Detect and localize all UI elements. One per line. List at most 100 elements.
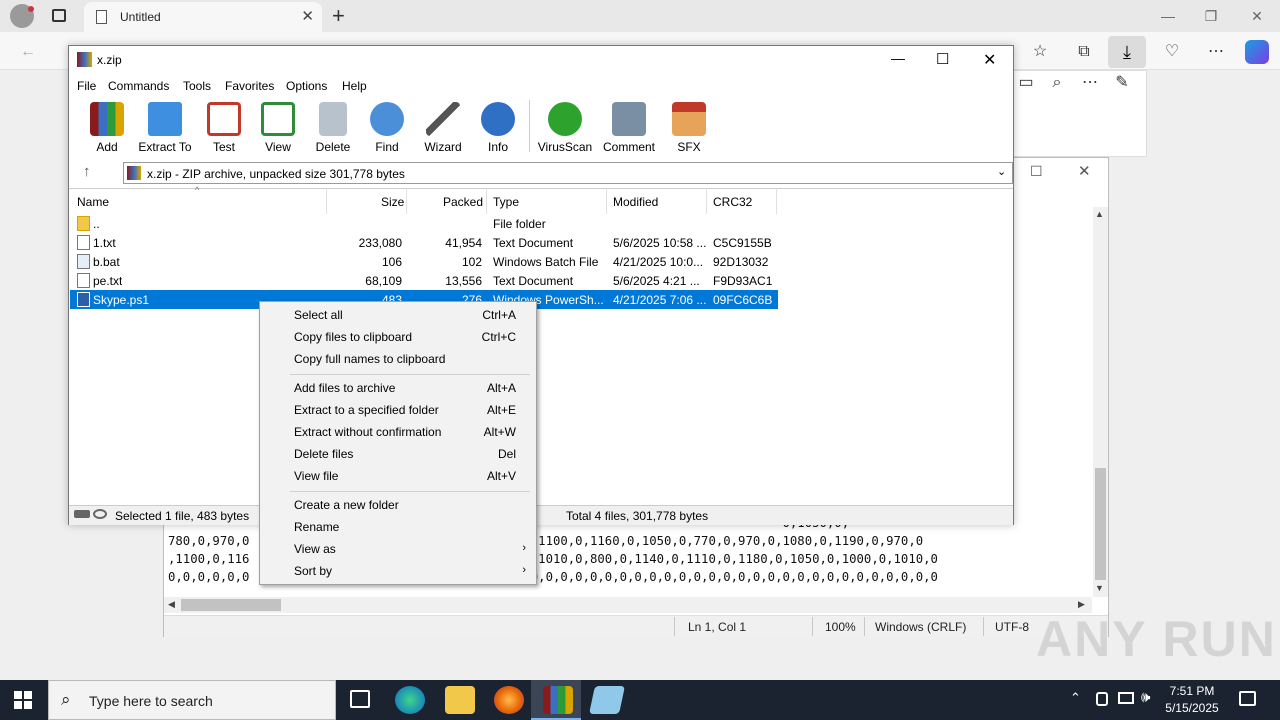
column-divider[interactable] <box>776 188 777 214</box>
edge-taskbar-icon[interactable] <box>395 686 425 714</box>
info-button[interactable]: Info <box>469 100 527 156</box>
column-size[interactable]: Size <box>381 195 404 209</box>
file-packed: 41,954 <box>445 236 482 250</box>
table-row[interactable]: pe.txt 68,109 13,556 Text Document 5/6/2… <box>70 271 778 290</box>
notepad-taskbar-icon[interactable] <box>589 686 625 714</box>
close-window-icon[interactable]: ✕ <box>1234 0 1280 32</box>
column-packed[interactable]: Packed <box>443 195 483 209</box>
menu-add-files[interactable]: Add files to archive Alt+A <box>294 381 530 403</box>
table-row[interactable]: b.bat 106 102 Windows Batch File 4/21/20… <box>70 252 778 271</box>
copilot-icon[interactable] <box>1245 40 1269 64</box>
menu-label: Copy files to clipboard <box>294 330 413 344</box>
menu-shortcut: Del <box>497 447 516 461</box>
notepad-maximize-icon[interactable]: ☐ <box>1030 163 1043 180</box>
firefox-icon[interactable] <box>494 686 524 714</box>
menu-file[interactable]: File <box>77 79 96 93</box>
horizontal-scrollbar[interactable] <box>164 597 1092 613</box>
find-label: Find <box>375 140 399 154</box>
table-row[interactable]: .. File folder <box>70 214 778 233</box>
panel-more-icon[interactable]: ⋯ <box>1076 71 1104 95</box>
file-packed: 13,556 <box>445 274 482 288</box>
extract-to-button[interactable]: Extract To <box>136 100 194 156</box>
favorites-icon[interactable]: ☆ <box>1026 40 1054 64</box>
menu-sort-by[interactable]: Sort by › <box>294 564 530 586</box>
collections-icon[interactable]: ⧉ <box>1070 40 1098 64</box>
menu-tools[interactable]: Tools <box>183 79 211 93</box>
tray-security-icon[interactable] <box>1096 692 1108 706</box>
up-folder-icon[interactable]: ↑ <box>83 163 91 180</box>
scroll-right-icon[interactable]: ▶ <box>1078 599 1085 610</box>
virusscan-button[interactable]: VirusScan <box>536 100 594 156</box>
menu-extract-to[interactable]: Extract to a specified folder Alt+E <box>294 403 530 425</box>
column-crc[interactable]: CRC32 <box>713 195 752 209</box>
menu-commands[interactable]: Commands <box>108 79 169 93</box>
minimize-icon[interactable]: — <box>1145 0 1191 32</box>
search-icon[interactable]: ⌕ <box>1043 71 1071 95</box>
new-tab-button[interactable]: + <box>332 3 345 29</box>
tray-chevron-icon[interactable]: ⌃ <box>1070 690 1081 706</box>
comment-button[interactable]: Comment <box>600 100 658 156</box>
address-dropdown-icon[interactable]: ⌄ <box>997 165 1006 178</box>
task-view-icon[interactable] <box>350 690 370 708</box>
menu-select-all[interactable]: Select all Ctrl+A <box>294 308 530 330</box>
scroll-up-icon[interactable]: ▲ <box>1095 209 1104 219</box>
add-button[interactable]: Add <box>78 100 136 156</box>
start-button[interactable] <box>14 691 32 709</box>
menu-create-folder[interactable]: Create a new folder <box>294 498 530 520</box>
menu-delete-files[interactable]: Delete files Del <box>294 447 530 469</box>
vertical-scroll-thumb[interactable] <box>1095 468 1106 580</box>
menu-copy-names[interactable]: Copy full names to clipboard <box>294 352 530 374</box>
scroll-left-icon[interactable]: ◀ <box>168 599 175 610</box>
table-row[interactable]: 1.txt 233,080 41,954 Text Document 5/6/2… <box>70 233 778 252</box>
volume-icon[interactable]: 🕪 <box>1141 689 1150 706</box>
menu-extract-without-confirmation[interactable]: Extract without confirmation Alt+W <box>294 425 530 447</box>
browser-tab[interactable]: Untitled ✕ <box>84 2 322 32</box>
menu-rename[interactable]: Rename <box>294 520 530 542</box>
network-icon[interactable] <box>1118 692 1134 704</box>
back-icon[interactable]: ← <box>14 40 42 64</box>
menu-view-file[interactable]: View file Alt+V <box>294 469 530 491</box>
delete-button[interactable]: Delete <box>304 100 362 156</box>
menu-copy-files[interactable]: Copy files to clipboard Ctrl+C <box>294 330 530 352</box>
view-button[interactable]: View <box>249 100 307 156</box>
virusscan-label: VirusScan <box>537 140 593 154</box>
winrar-minimize-icon[interactable]: — <box>891 50 905 66</box>
winrar-close-icon[interactable]: ✕ <box>983 50 996 70</box>
scroll-down-icon[interactable]: ▼ <box>1095 583 1104 593</box>
winrar-maximize-icon[interactable]: ☐ <box>936 50 949 68</box>
wizard-button[interactable]: Wizard <box>414 100 472 156</box>
column-type[interactable]: Type <box>493 195 519 209</box>
downloads-button[interactable]: ⤓ <box>1108 36 1146 68</box>
column-divider[interactable] <box>326 188 327 214</box>
sfx-button[interactable]: SFX <box>660 100 718 156</box>
tab-actions-icon[interactable] <box>52 9 66 22</box>
tab-close-icon[interactable]: ✕ <box>301 7 314 25</box>
more-icon[interactable]: ⋯ <box>1202 40 1230 64</box>
file-crc: 09FC6C6B <box>713 293 773 307</box>
clock[interactable]: 7:51 PM 5/15/2025 <box>1160 683 1224 717</box>
file-size: 233,080 <box>358 236 402 250</box>
column-modified[interactable]: Modified <box>613 195 658 209</box>
file-explorer-icon[interactable] <box>445 686 475 714</box>
horizontal-scroll-thumb[interactable] <box>181 599 281 611</box>
column-divider[interactable] <box>486 188 487 214</box>
menu-help[interactable]: Help <box>342 79 367 93</box>
bug-icon <box>548 102 582 136</box>
column-name[interactable]: Name <box>77 195 109 209</box>
pin-icon[interactable]: ✎ <box>1108 71 1136 95</box>
test-button[interactable]: Test <box>195 100 253 156</box>
column-divider[interactable] <box>606 188 607 214</box>
menu-favorites[interactable]: Favorites <box>225 79 274 93</box>
performance-icon[interactable]: ♡ <box>1158 40 1186 64</box>
taskbar-search-box[interactable]: ⌕ Type here to search <box>48 680 336 720</box>
notepad-close-icon[interactable]: ✕ <box>1078 162 1091 180</box>
menu-view-as[interactable]: View as › <box>294 542 530 564</box>
restore-icon[interactable]: ❐ <box>1188 0 1234 32</box>
column-divider[interactable] <box>706 188 707 214</box>
menu-options[interactable]: Options <box>286 79 327 93</box>
find-button[interactable]: Find <box>358 100 416 156</box>
status-selected: Selected 1 file, 483 bytes <box>115 509 250 523</box>
column-divider[interactable] <box>406 188 407 214</box>
notification-icon[interactable] <box>1239 691 1256 706</box>
folder-icon[interactable]: ▭ <box>1012 71 1040 95</box>
